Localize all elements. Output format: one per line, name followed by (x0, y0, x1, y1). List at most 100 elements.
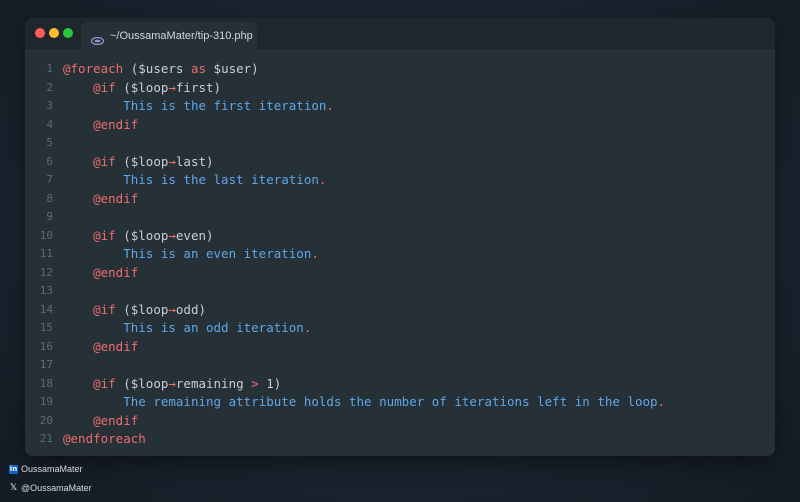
code-token: last) (175, 153, 214, 169)
code-token: ($loop (115, 227, 169, 243)
window-titlebar: ~/OussamaMater/tip-310.php (25, 18, 775, 49)
code-token: . (311, 246, 319, 261)
close-window-button[interactable] (35, 28, 45, 38)
code-text: @if ($loop→even) (53, 227, 214, 246)
code-token: $user) (206, 61, 259, 76)
code-line: 21 @endforeach (25, 430, 775, 449)
code-line: 11 This is an even iteration. (25, 245, 775, 264)
code-text: This is an even iteration. (53, 245, 319, 264)
line-number: 20 (39, 413, 53, 427)
code-text: @endif (53, 190, 138, 209)
code-text: @if ($loop→odd) (53, 301, 206, 320)
code-token: ($loop (115, 153, 169, 169)
code-token: @if (93, 79, 116, 95)
code-token: first) (175, 79, 222, 95)
code-token: odd) (175, 301, 207, 317)
line-number: 7 (46, 173, 53, 186)
code-token: even) (175, 227, 214, 243)
line-number: 12 (39, 265, 53, 279)
line-number: 8 (46, 191, 53, 205)
code-text: @if ($loop→last) (53, 153, 214, 172)
code-line: 3 This is the first iteration. (25, 97, 775, 116)
line-number: 9 (46, 210, 53, 223)
code-token: ($loop (115, 301, 169, 317)
code-line: 13 (25, 282, 775, 301)
code-line: 15 This is an odd iteration. (25, 319, 775, 338)
code-token: → (168, 227, 176, 243)
line-number: 15 (39, 321, 53, 334)
line-number: 6 (46, 154, 53, 168)
code-text: @endif (53, 338, 138, 357)
code-line: 6 @if ($loop→last) (25, 153, 775, 172)
php-file-icon (90, 32, 105, 45)
linkedin-handle: OussamaMater (21, 464, 83, 474)
x-icon: 𝕏 (9, 482, 18, 493)
code-token: . (657, 394, 666, 409)
code-text: @endif (53, 116, 138, 135)
code-token: > (251, 375, 259, 391)
code-text: @endforeach (53, 430, 146, 449)
zoom-window-button[interactable] (63, 28, 73, 38)
code-token: @endif (93, 190, 139, 206)
code-line: 17 (25, 356, 775, 375)
code-line: 4 @endif (25, 116, 775, 135)
code-token: → (168, 375, 176, 391)
code-line: 8 @endif (25, 190, 775, 209)
x-credit: 𝕏 @OussamaMater (9, 483, 92, 493)
code-line: 18 @if ($loop→remaining > 1) (25, 375, 775, 394)
minimize-window-button[interactable] (49, 28, 59, 38)
code-token: @if (93, 227, 116, 243)
line-number: 16 (39, 339, 53, 353)
code-token: @endforeach (63, 431, 146, 446)
code-line: 2 @if ($loop→first) (25, 79, 775, 98)
line-number: 11 (39, 247, 53, 260)
code-token: remaining (175, 375, 252, 391)
code-token: ($loop (115, 79, 169, 95)
line-number: 1 (46, 62, 53, 75)
code-text: @if ($loop→first) (53, 79, 221, 98)
line-number: 10 (39, 228, 53, 242)
code-token: @endif (93, 412, 139, 428)
file-tab[interactable]: ~/OussamaMater/tip-310.php (81, 22, 257, 49)
line-number: 5 (46, 136, 53, 149)
code-text: @foreach ($users as $user) (53, 60, 259, 79)
code-text: @if ($loop→remaining > 1) (53, 375, 281, 394)
code-line: 14 @if ($loop→odd) (25, 301, 775, 320)
code-token: @endif (93, 338, 139, 354)
code-line: 12 @endif (25, 264, 775, 283)
code-token: → (168, 301, 176, 317)
line-number: 14 (39, 302, 53, 316)
code-token: . (318, 172, 327, 187)
line-number: 13 (39, 284, 53, 297)
code-token: @if (93, 375, 116, 391)
code-line: 7 This is the last iteration. (25, 171, 775, 190)
code-line: 1 @foreach ($users as $user) (25, 60, 775, 79)
code-token: → (168, 79, 176, 95)
code-token: @if (93, 153, 116, 169)
line-number: 21 (39, 432, 53, 445)
code-token: @endif (93, 116, 139, 132)
code-token: @endif (93, 264, 139, 280)
code-text: This is an odd iteration. (53, 319, 311, 338)
linkedin-icon: in (9, 464, 18, 474)
code-token: This is the first iteration (123, 98, 327, 113)
x-handle: @OussamaMater (21, 483, 92, 493)
code-text: @endif (53, 412, 138, 431)
line-number: 3 (46, 99, 53, 112)
code-token: @if (93, 301, 116, 317)
code-editor[interactable]: 1 @foreach ($users as $user) 2 @if ($loop→… (25, 60, 775, 449)
code-text: This is the first iteration. (53, 97, 334, 116)
code-text: The remaining attribute holds the number… (53, 393, 665, 412)
